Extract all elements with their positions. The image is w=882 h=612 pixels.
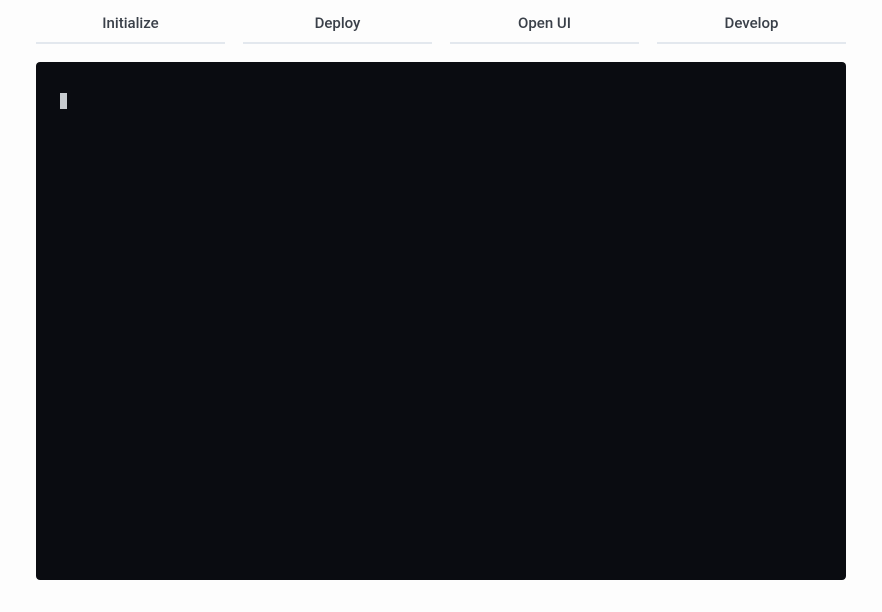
- tab-initialize[interactable]: Initialize: [36, 0, 225, 44]
- tab-bar: Initialize Deploy Open UI Develop: [0, 0, 882, 44]
- tab-label: Develop: [725, 14, 779, 32]
- tab-label: Deploy: [315, 14, 361, 32]
- terminal-container: [0, 44, 882, 600]
- tab-deploy[interactable]: Deploy: [243, 0, 432, 44]
- tab-label: Open UI: [518, 14, 571, 32]
- tab-develop[interactable]: Develop: [657, 0, 846, 44]
- tab-label: Initialize: [102, 14, 158, 32]
- terminal-cursor-icon: [60, 93, 67, 109]
- terminal[interactable]: [36, 62, 846, 580]
- tab-open-ui[interactable]: Open UI: [450, 0, 639, 44]
